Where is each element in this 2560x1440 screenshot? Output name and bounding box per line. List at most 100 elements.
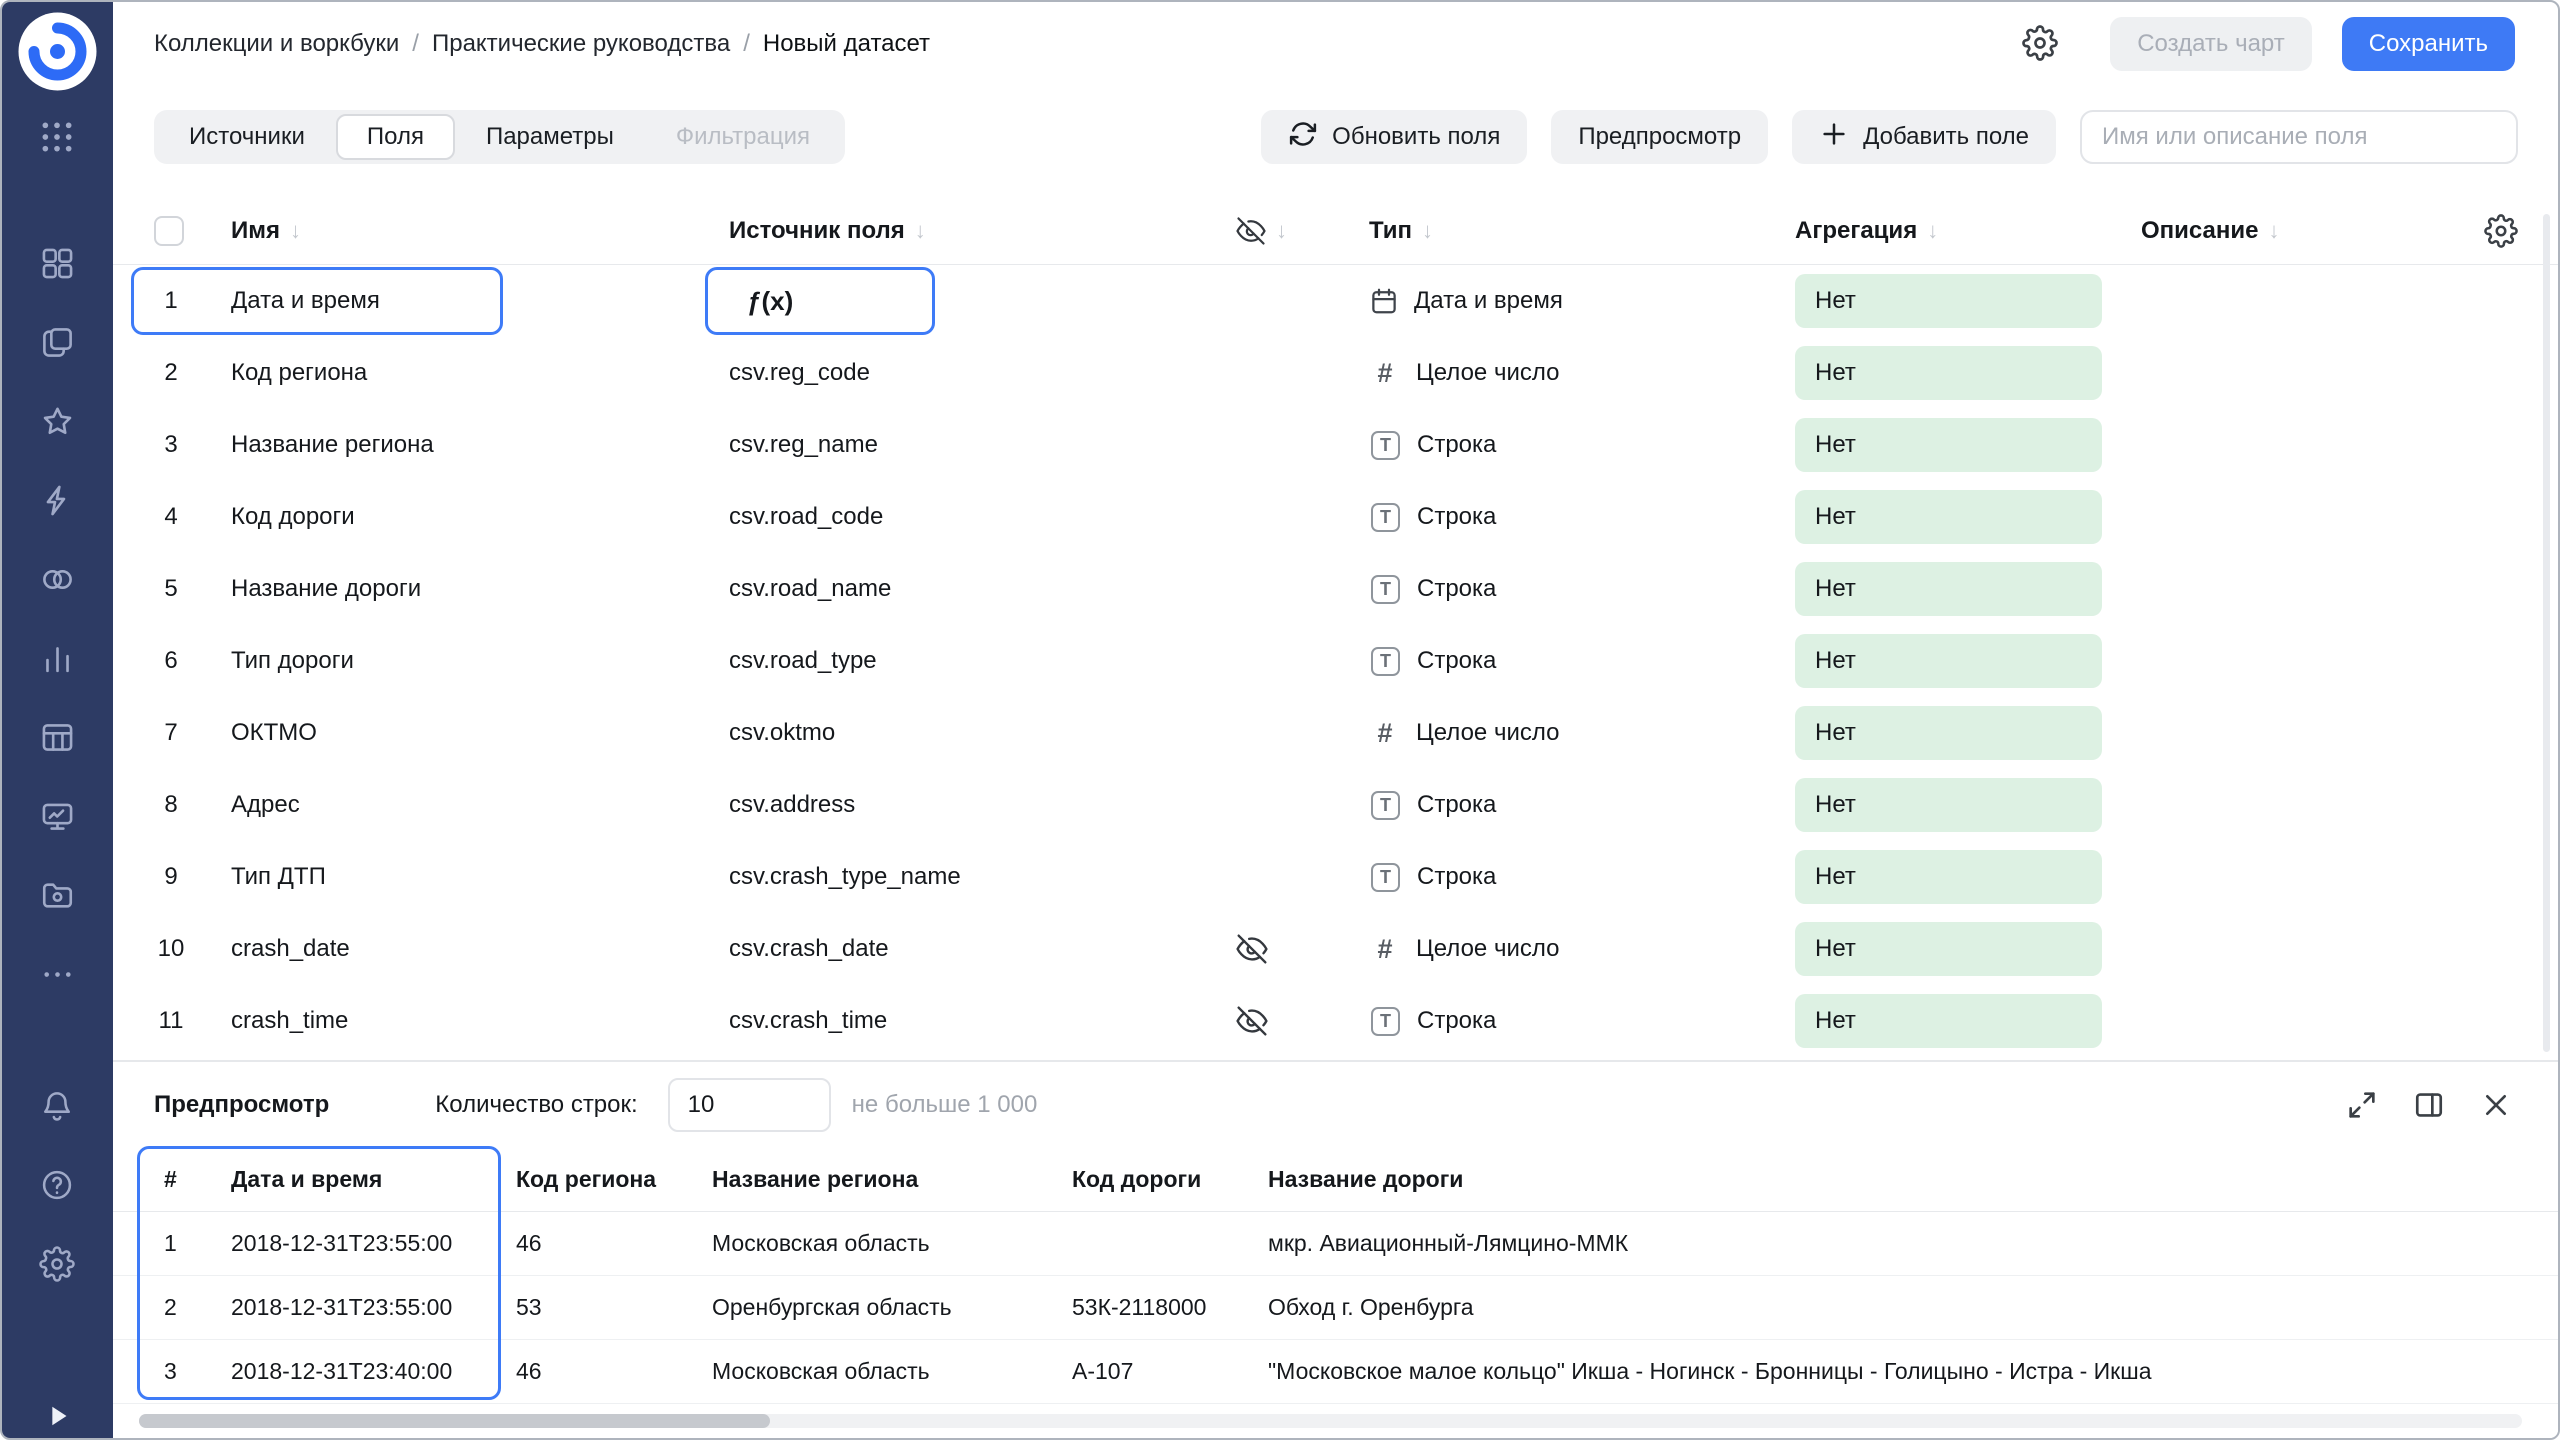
field-row[interactable]: 3Название регионаcsv.reg_nameTСтрокаНет — [113, 409, 2558, 481]
save-button[interactable]: Сохранить — [2342, 17, 2515, 71]
field-aggregation-value[interactable]: Нет — [1795, 490, 2102, 544]
sidebar-item-notifications[interactable] — [33, 1082, 81, 1130]
vertical-scrollbar-thumb[interactable] — [2543, 214, 2550, 1052]
field-type[interactable]: #Целое число — [1369, 358, 1795, 389]
horizontal-scrollbar[interactable] — [139, 1414, 2522, 1428]
column-header-type[interactable]: Тип ↓ — [1369, 217, 1795, 245]
column-header-source[interactable]: Источник поля ↓ — [729, 217, 1232, 245]
field-row[interactable]: 9Тип ДТПcsv.crash_type_nameTСтрокаНет — [113, 841, 2558, 913]
breadcrumb-item[interactable]: Новый датасет — [763, 30, 930, 58]
column-header-description[interactable]: Описание ↓ — [2141, 217, 2462, 245]
field-type[interactable]: #Целое число — [1369, 718, 1795, 749]
refresh-fields-button[interactable]: Обновить поля — [1261, 110, 1527, 164]
tab-parameters[interactable]: Параметры — [455, 114, 645, 160]
field-type[interactable]: TСтрока — [1369, 575, 1795, 604]
field-type[interactable]: #Целое число — [1369, 934, 1795, 965]
sidebar-item-settings[interactable] — [33, 1240, 81, 1288]
field-type[interactable]: TСтрока — [1369, 431, 1795, 460]
preview-expand-button[interactable] — [2338, 1081, 2386, 1129]
preview-column-header[interactable]: Дата и время — [231, 1166, 516, 1193]
table-settings-button[interactable] — [2484, 214, 2518, 248]
sidebar-item-dashboards[interactable] — [33, 792, 81, 840]
preview-split-panel-button[interactable] — [2405, 1081, 2453, 1129]
field-row[interactable]: 8Адресcsv.addressTСтрокаНет — [113, 769, 2558, 841]
sidebar-item-tiles[interactable] — [33, 239, 81, 287]
field-source[interactable]: csv.crash_type_name — [729, 863, 1232, 891]
field-type[interactable]: TСтрока — [1369, 1007, 1795, 1036]
eye-off-icon[interactable] — [1236, 933, 1268, 965]
field-row[interactable]: 11crash_timecsv.crash_timeTСтрокаНет — [113, 985, 2558, 1057]
add-field-button[interactable]: Добавить поле — [1792, 110, 2056, 164]
field-aggregation-value[interactable]: Нет — [1795, 706, 2102, 760]
field-row[interactable]: 7ОКТМОcsv.oktmo#Целое числоНет — [113, 697, 2558, 769]
field-type[interactable]: TСтрока — [1369, 503, 1795, 532]
field-row[interactable]: 2Код регионаcsv.reg_code#Целое числоНет — [113, 337, 2558, 409]
field-source[interactable]: csv.address — [729, 791, 1232, 819]
field-row[interactable]: 4Код дорогиcsv.road_codeTСтрокаНет — [113, 481, 2558, 553]
preview-column-header[interactable]: Название региона — [712, 1166, 1072, 1193]
field-row[interactable]: 5Название дорогиcsv.road_nameTСтрокаНет — [113, 553, 2558, 625]
select-all-checkbox[interactable] — [154, 216, 184, 246]
field-source[interactable]: csv.road_name — [729, 575, 1232, 603]
sidebar-item-help[interactable] — [33, 1161, 81, 1209]
preview-column-header[interactable]: Название дороги — [1268, 1166, 2538, 1193]
row-count-input[interactable] — [668, 1078, 831, 1132]
field-name[interactable]: Код дороги — [231, 503, 729, 531]
field-source[interactable]: csv.oktmo — [729, 719, 1232, 747]
sidebar-item-layers[interactable] — [33, 318, 81, 366]
field-source[interactable]: csv.reg_name — [729, 431, 1232, 459]
field-type[interactable]: TСтрока — [1369, 647, 1795, 676]
field-aggregation-value[interactable]: Нет — [1795, 922, 2102, 976]
apps-menu-button[interactable] — [33, 115, 81, 163]
sidebar-item-services[interactable] — [33, 555, 81, 603]
field-source[interactable]: csv.crash_date — [729, 935, 1232, 963]
field-row[interactable]: 1Дата и времяƒ(x)Дата и времяНет — [113, 265, 2558, 337]
field-name[interactable]: Тип ДТП — [231, 863, 729, 891]
field-row[interactable]: 10crash_datecsv.crash_date#Целое числоНе… — [113, 913, 2558, 985]
field-aggregation-value[interactable]: Нет — [1795, 994, 2102, 1048]
preview-column-header[interactable]: Код региона — [516, 1166, 712, 1193]
field-name[interactable]: crash_date — [231, 935, 729, 963]
create-chart-button[interactable]: Создать чарт — [2110, 17, 2312, 71]
dataset-settings-button[interactable] — [2016, 20, 2064, 68]
field-source[interactable]: csv.road_code — [729, 503, 1232, 531]
tab-fields[interactable]: Поля — [336, 114, 455, 160]
sidebar-item-datasets[interactable] — [33, 713, 81, 761]
preview-column-header[interactable]: # — [154, 1166, 231, 1193]
field-type[interactable]: TСтрока — [1369, 791, 1795, 820]
field-type[interactable]: TСтрока — [1369, 863, 1795, 892]
field-name[interactable]: Код региона — [231, 359, 729, 387]
field-search-input[interactable] — [2080, 110, 2518, 164]
field-name[interactable]: Название региона — [231, 431, 729, 459]
sidebar-item-charts[interactable] — [33, 634, 81, 682]
field-aggregation-value[interactable]: Нет — [1795, 346, 2102, 400]
preview-column-header[interactable]: Код дороги — [1072, 1166, 1268, 1193]
field-source[interactable]: ƒ(x) — [729, 286, 1232, 317]
field-aggregation-value[interactable]: Нет — [1795, 634, 2102, 688]
field-source[interactable]: csv.road_type — [729, 647, 1232, 675]
field-source[interactable]: csv.reg_code — [729, 359, 1232, 387]
field-source[interactable]: csv.crash_time — [729, 1007, 1232, 1035]
field-name[interactable]: Дата и время — [231, 287, 729, 315]
preview-button[interactable]: Предпросмотр — [1551, 110, 1768, 164]
sidebar-expand-button[interactable] — [36, 1398, 80, 1438]
column-header-visibility[interactable]: ↓ — [1232, 216, 1369, 246]
field-aggregation-value[interactable]: Нет — [1795, 850, 2102, 904]
tab-filtering[interactable]: Фильтрация — [645, 114, 841, 160]
field-name[interactable]: ОКТМО — [231, 719, 729, 747]
field-aggregation-value[interactable]: Нет — [1795, 274, 2102, 328]
horizontal-scrollbar-thumb[interactable] — [139, 1414, 770, 1428]
field-name[interactable]: Адрес — [231, 791, 729, 819]
sidebar-item-more[interactable] — [33, 950, 81, 998]
field-name[interactable]: Название дороги — [231, 575, 729, 603]
tab-sources[interactable]: Источники — [158, 114, 336, 160]
sidebar-item-storage[interactable] — [33, 871, 81, 919]
field-name[interactable]: Тип дороги — [231, 647, 729, 675]
sidebar-item-favorites[interactable] — [33, 397, 81, 445]
field-aggregation-value[interactable]: Нет — [1795, 778, 2102, 832]
sidebar-item-connections[interactable] — [33, 476, 81, 524]
field-name[interactable]: crash_time — [231, 1007, 729, 1035]
column-header-aggregation[interactable]: Агрегация ↓ — [1795, 217, 2141, 245]
datalens-logo[interactable] — [17, 11, 98, 92]
breadcrumb-item[interactable]: Коллекции и воркбуки — [154, 30, 399, 58]
